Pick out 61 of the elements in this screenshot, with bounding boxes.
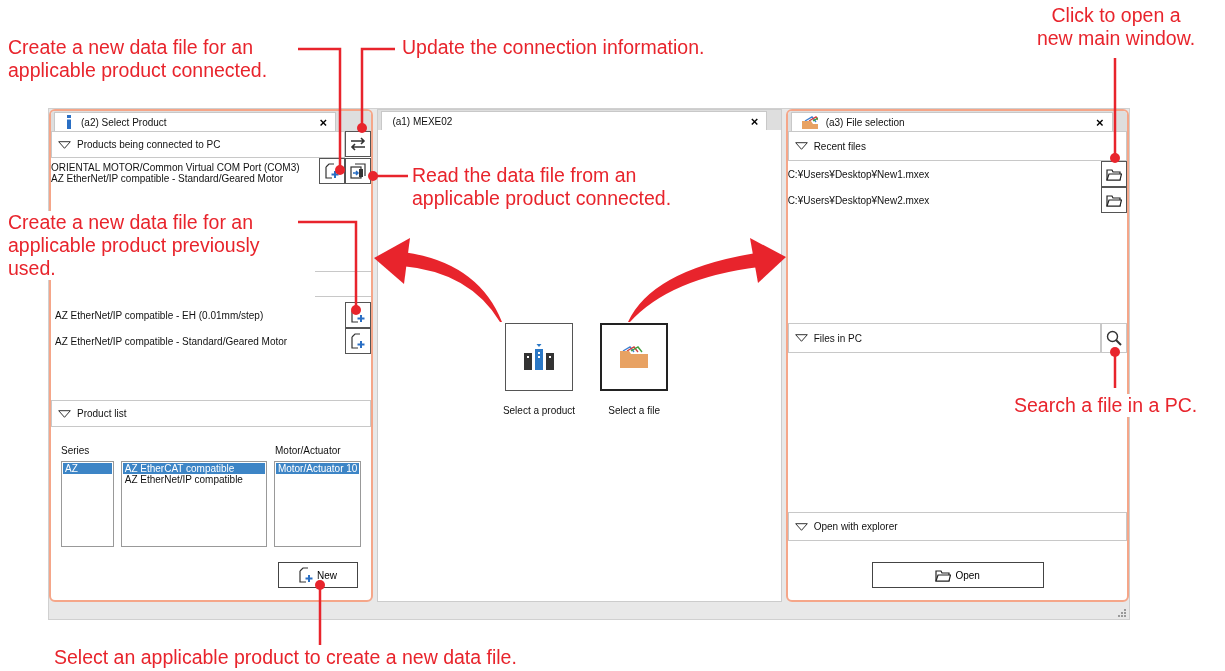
tile-label: Select a product	[502, 404, 576, 418]
refresh-icon	[350, 137, 367, 151]
close-button[interactable]: ×	[746, 114, 763, 128]
caret-icon	[794, 142, 808, 150]
caret-icon	[58, 409, 71, 418]
read-file-icon	[350, 163, 367, 179]
close-button[interactable]: ×	[1092, 115, 1108, 129]
column-label: Motor/Actuator	[275, 444, 341, 458]
section-header[interactable]: Files in PC	[787, 323, 1101, 353]
file-path: C:¥Users¥Desktop¥New1.mxex	[787, 167, 931, 182]
read-file-button[interactable]	[345, 158, 372, 184]
folder-icon	[1106, 167, 1122, 181]
section-header[interactable]: Open with explorer	[787, 512, 1127, 541]
search-button[interactable]	[1101, 323, 1127, 353]
folder-icon	[935, 568, 952, 582]
folder-icon	[1106, 193, 1122, 207]
tab-title: (a3) File selection	[825, 115, 905, 130]
info-icon	[65, 115, 73, 129]
refresh-button[interactable]	[345, 131, 372, 157]
device-port: ORIENTAL MOTOR/Common Virtual COM Port (COM3)	[51, 162, 301, 173]
folder-icon	[801, 115, 818, 129]
panel-tab[interactable]: (a1) MEXE02 ×	[381, 111, 768, 130]
new-button[interactable]: New	[278, 562, 358, 588]
panel-tab[interactable]: (a2) Select Product ×	[54, 112, 336, 131]
list-item[interactable]: AZ EtherNet/IP compatible	[122, 474, 265, 485]
leader-line	[1110, 347, 1120, 388]
folder-icon	[620, 346, 649, 368]
new-file-icon	[325, 163, 340, 179]
tile-label: Select a file	[608, 404, 660, 418]
tab-title: (a1) MEXE02	[392, 114, 453, 129]
product-name: AZ EtherNet/IP compatible - Standard/Geared Motor	[54, 334, 289, 349]
select-tile[interactable]	[600, 323, 669, 391]
caret-icon	[58, 140, 71, 149]
close-button[interactable]: ×	[315, 115, 331, 129]
leader-line	[368, 171, 408, 181]
section-header[interactable]: Product list	[51, 400, 372, 427]
caret-icon	[794, 334, 808, 342]
list-item[interactable]: Motor/Actuator 10	[275, 463, 360, 474]
section-header[interactable]: Products being connected to PC	[51, 131, 346, 158]
new-file-button[interactable]	[345, 328, 372, 354]
select-tile[interactable]	[505, 323, 573, 391]
column-label: Series	[61, 444, 91, 458]
file-path: C:¥Users¥Desktop¥New2.mxex	[787, 193, 931, 208]
panel-tab[interactable]: (a3) File selection ×	[790, 112, 1113, 131]
search-icon	[1106, 330, 1122, 346]
new-file-icon	[351, 333, 366, 349]
section-header[interactable]: Recent files	[787, 131, 1127, 161]
product-name: AZ EtherNet/IP compatible - EH (0.01mm/step)	[54, 308, 265, 323]
new-file-icon	[299, 567, 313, 583]
list-item[interactable]: AZ	[63, 463, 112, 474]
caret-icon	[794, 522, 808, 531]
tab-title: (a2) Select Product	[81, 115, 167, 130]
leader-line	[315, 580, 325, 645]
open-button[interactable]: Open	[871, 562, 1044, 588]
open-folder-button[interactable]	[1101, 187, 1127, 213]
open-folder-button[interactable]	[1101, 161, 1127, 187]
section-header[interactable]	[315, 271, 372, 297]
product-icon	[524, 344, 554, 370]
resize-grip-icon	[1118, 609, 1126, 617]
list-item[interactable]: AZ EtherCAT compatible	[122, 463, 265, 474]
product-name: AZ EtherNet/IP compatible - Standard/Geared Motor	[51, 173, 284, 184]
